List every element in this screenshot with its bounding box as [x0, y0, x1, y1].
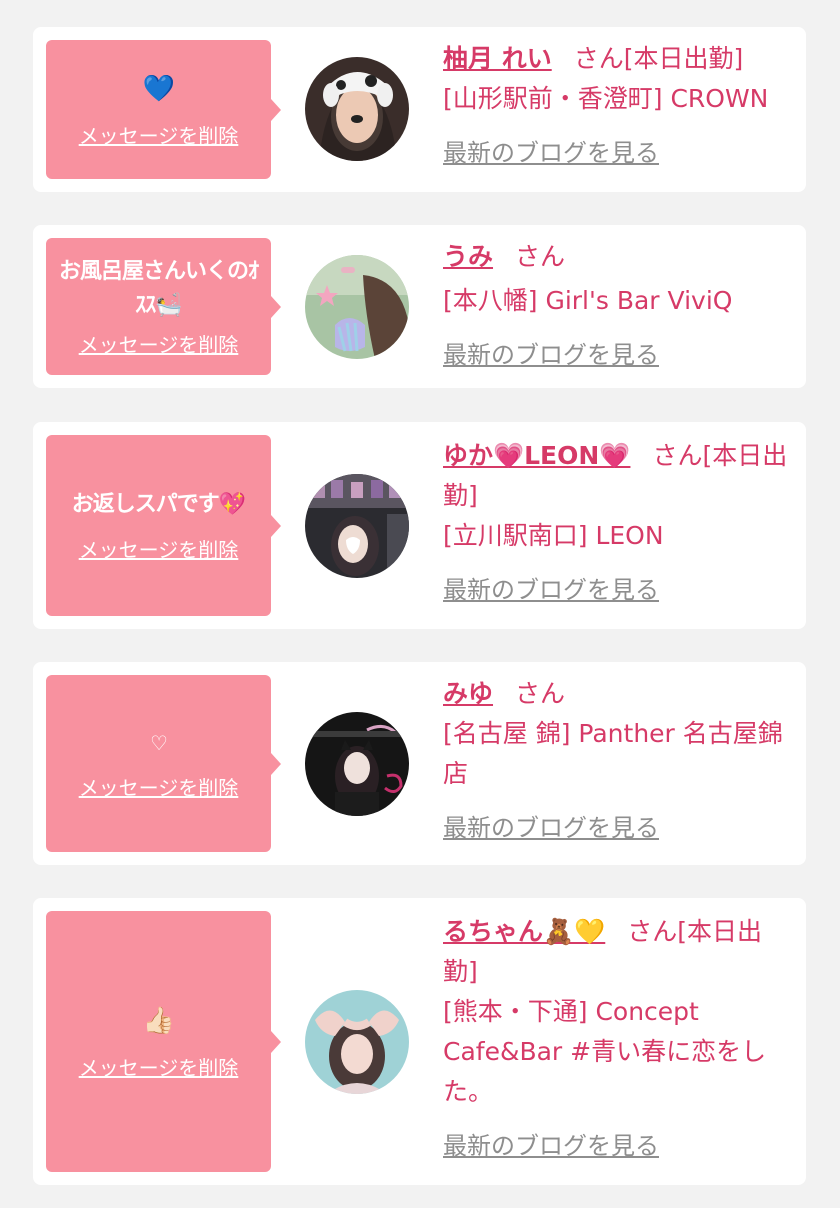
delete-message-link[interactable]: メッセージを削除 — [79, 120, 239, 149]
latest-blog-link[interactable]: 最新のブログを見る — [443, 133, 659, 173]
shop-label: [名古屋 錦] Panther 名古屋錦店 — [443, 719, 783, 788]
honorific: さん — [515, 242, 566, 271]
shop-label: [山形駅前・香澄町] CROWN — [443, 84, 769, 113]
honorific: さん — [515, 679, 566, 708]
message-text: 💙 — [142, 74, 175, 104]
delete-message-link[interactable]: メッセージを削除 — [79, 772, 239, 801]
post-card: 💙 メッセージを削除 柚月 れい さん[本日出勤] [山形駅前・香澄町] CROW… — [33, 27, 806, 192]
shop-label: [熊本・下通] Concept Cafe&Bar #青い春に恋をした。 — [443, 997, 767, 1106]
shop-label: [本八幡] Girl's Bar ViviQ — [443, 286, 733, 315]
post-info: ゆか💗LEON💗 さん[本日出勤] [立川駅南口] LEON 最新のブログを見る — [443, 436, 793, 610]
avatar[interactable] — [305, 57, 409, 161]
avatar[interactable] — [305, 474, 409, 578]
avatar[interactable] — [305, 712, 409, 816]
message-bubble: 👍🏻 メッセージを削除 — [46, 911, 281, 1172]
post-info: うみ さん [本八幡] Girl's Bar ViviQ 最新のブログを見る — [443, 237, 793, 375]
avatar[interactable] — [305, 255, 409, 359]
message-bubble: お風呂屋さんいくのｵｽｽ🛀 メッセージを削除 — [46, 238, 281, 375]
message-text: お風呂屋さんいくのｵｽｽ🛀 — [56, 255, 261, 323]
cast-name-link[interactable]: うみ — [443, 242, 493, 271]
honorific: さん[本日出勤] — [573, 44, 744, 73]
post-card: ♡ メッセージを削除 みゆ さん [名古屋 錦] Panther 名古屋錦店 最新… — [33, 662, 806, 865]
post-info: みゆ さん [名古屋 錦] Panther 名古屋錦店 最新のブログを見る — [443, 674, 793, 848]
post-card: お返しスパです💖 メッセージを削除 ゆか💗LEON💗 さん[本日出勤] [立川駅南… — [33, 422, 806, 629]
latest-blog-link[interactable]: 最新のブログを見る — [443, 570, 659, 610]
delete-message-link[interactable]: メッセージを削除 — [79, 329, 239, 358]
cast-name-link[interactable]: るちゃん🧸💛 — [443, 917, 605, 946]
post-card: 👍🏻 メッセージを削除 るちゃん🧸💛 さん[本日出勤] [熊本・下通] Conce… — [33, 898, 806, 1185]
message-content: お風呂屋さんいくのｵｽｽ🛀 — [58, 259, 259, 318]
delete-message-link[interactable]: メッセージを削除 — [79, 1052, 239, 1081]
post-info: るちゃん🧸💛 さん[本日出勤] [熊本・下通] Concept Cafe&Bar … — [443, 912, 793, 1166]
delete-message-link[interactable]: メッセージを削除 — [79, 534, 239, 563]
avatar[interactable] — [305, 990, 409, 1094]
latest-blog-link[interactable]: 最新のブログを見る — [443, 335, 659, 375]
message-bubble: お返しスパです💖 メッセージを削除 — [46, 435, 281, 616]
shop-label: [立川駅南口] LEON — [443, 521, 664, 550]
message-text: ♡ — [150, 731, 168, 755]
message-bubble: ♡ メッセージを削除 — [46, 675, 281, 852]
post-info: 柚月 れい さん[本日出勤] [山形駅前・香澄町] CROWN 最新のブログを見る — [443, 39, 793, 173]
cast-name-link[interactable]: 柚月 れい — [443, 44, 552, 73]
message-text: 👍🏻 — [142, 1006, 175, 1036]
message-bubble: 💙 メッセージを削除 — [46, 40, 281, 179]
latest-blog-link[interactable]: 最新のブログを見る — [443, 808, 659, 848]
message-text: お返しスパです💖 — [71, 492, 246, 517]
post-card: お風呂屋さんいくのｵｽｽ🛀 メッセージを削除 うみ さん [本八幡] Girl's… — [33, 225, 806, 388]
latest-blog-link[interactable]: 最新のブログを見る — [443, 1126, 659, 1166]
cast-name-link[interactable]: みゆ — [443, 679, 493, 708]
cast-name-link[interactable]: ゆか💗LEON💗 — [443, 441, 630, 470]
